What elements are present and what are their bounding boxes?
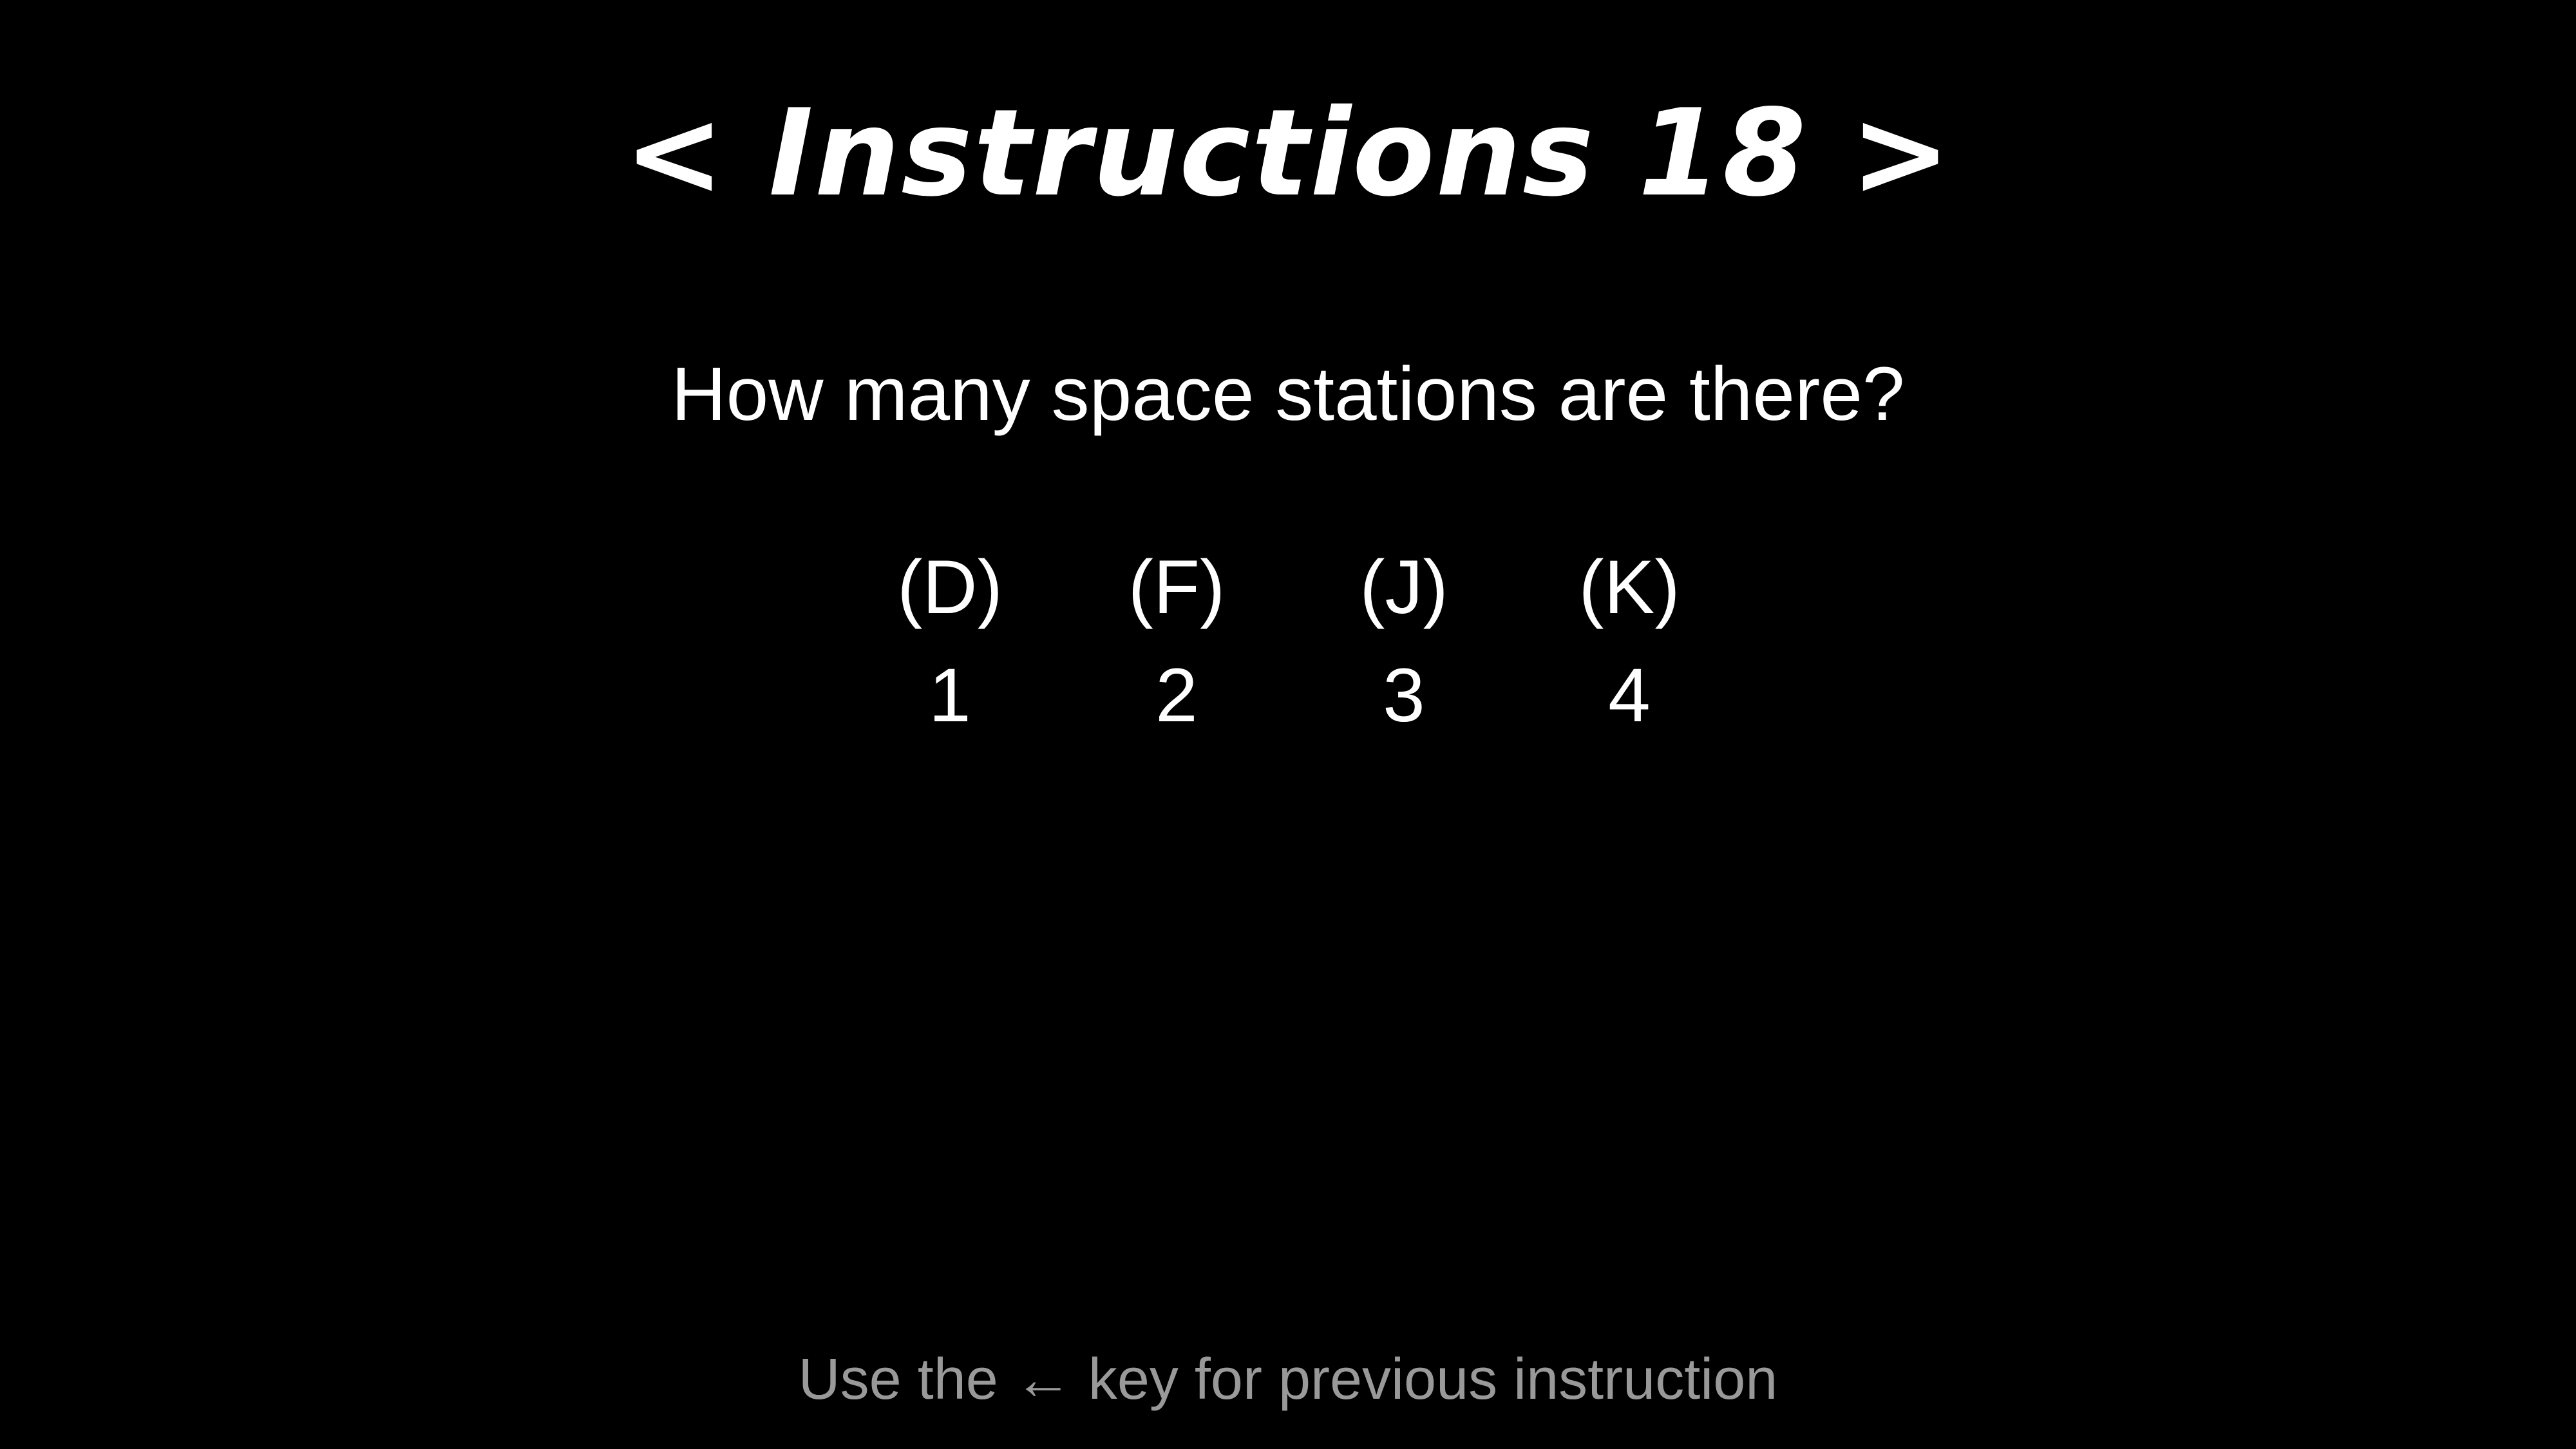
- option-value-j: 3: [1383, 653, 1425, 738]
- option-f: (F) 2: [1080, 541, 1273, 747]
- option-key-f: (F): [1128, 545, 1226, 630]
- option-key-k: (K): [1578, 545, 1680, 630]
- option-d: (D) 1: [853, 541, 1046, 747]
- option-key-j: (J): [1359, 545, 1448, 630]
- navigation-hint: Use the ← key for previous instruction: [798, 1347, 1778, 1412]
- option-key-d: (D): [897, 545, 1003, 630]
- instructions-title: < Instructions 18 >: [623, 83, 1953, 223]
- option-j: (J) 3: [1307, 541, 1501, 747]
- option-k: (K) 4: [1533, 541, 1726, 747]
- question-text: How many space stations are there?: [671, 352, 1905, 437]
- option-value-d: 1: [929, 653, 971, 738]
- option-value-k: 4: [1608, 653, 1651, 738]
- answer-options: (D) 1 (F) 2 (J) 3 (K) 4: [0, 541, 2576, 747]
- option-value-f: 2: [1155, 653, 1198, 738]
